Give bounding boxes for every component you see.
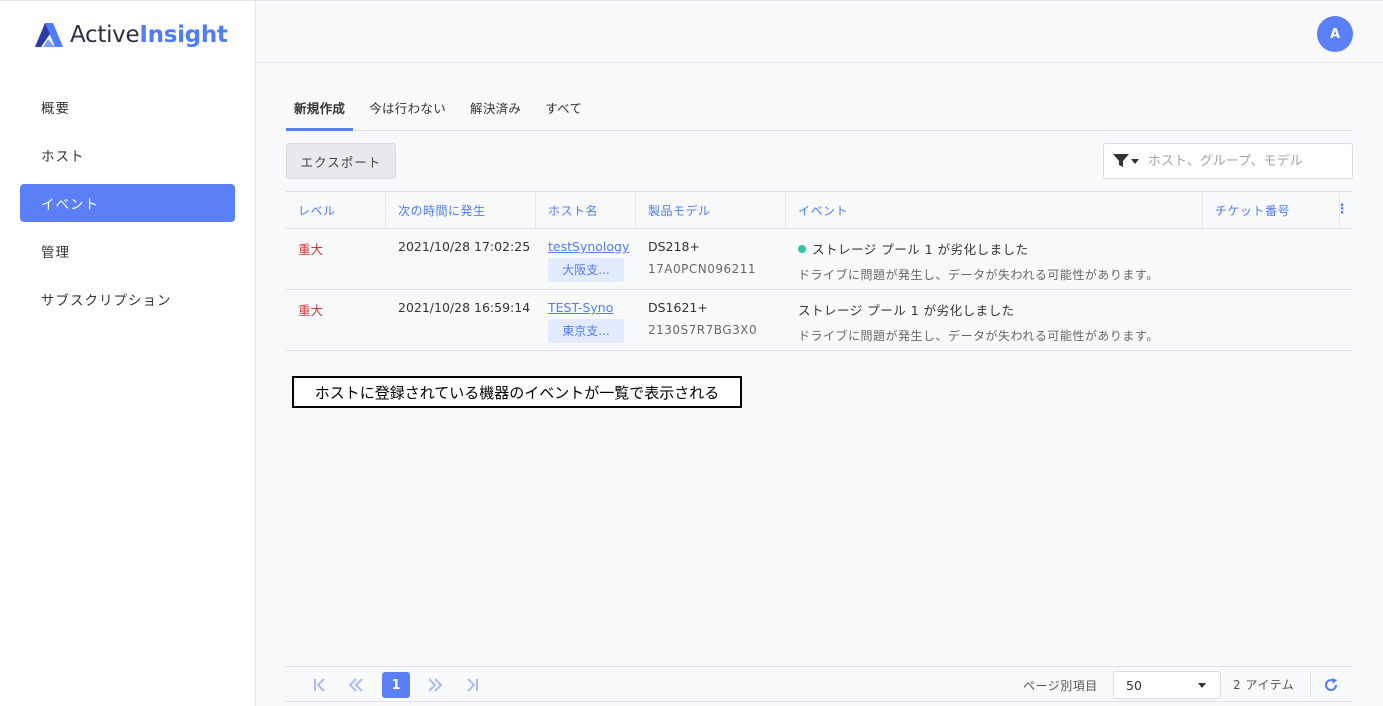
logo-text: ActiveInsight bbox=[70, 22, 228, 48]
sidebar-item-subscription[interactable]: サブスクリプション bbox=[20, 280, 235, 318]
host-link[interactable]: testSynology bbox=[548, 239, 629, 254]
sidebar-item-events[interactable]: イベント bbox=[20, 184, 235, 222]
kebab-icon[interactable]: ⋮ bbox=[1336, 202, 1350, 217]
sidebar-item-hosts[interactable]: ホスト bbox=[20, 136, 235, 174]
col-ticket[interactable]: チケット番号 bbox=[1203, 192, 1340, 228]
event-time: 2021/10/28 17:02:25 bbox=[398, 239, 531, 254]
chevron-down-icon bbox=[1198, 683, 1206, 688]
unread-dot bbox=[798, 244, 806, 253]
export-button[interactable]: エクスポート bbox=[286, 143, 396, 179]
col-model[interactable]: 製品モデル bbox=[636, 192, 786, 228]
prev-page-icon[interactable] bbox=[342, 672, 370, 698]
event-time: 2021/10/28 16:59:14 bbox=[398, 300, 531, 315]
event-description: ドライブに問題が発生し、データが失われる可能性があります。 bbox=[798, 268, 1159, 282]
logo-icon bbox=[35, 23, 63, 47]
level-badge: 重大 bbox=[298, 242, 324, 257]
annotation-callout: ホストに登録されている機器のイベントが一覧で表示される bbox=[292, 376, 742, 408]
app-logo[interactable]: ActiveInsight bbox=[34, 19, 228, 51]
column-menu[interactable]: ⋮ bbox=[1336, 192, 1353, 228]
first-page-icon[interactable] bbox=[306, 672, 334, 698]
tab-not-now[interactable]: 今は行わない bbox=[361, 93, 454, 131]
filter-search[interactable] bbox=[1103, 143, 1353, 179]
serial-number: 17A0PCN096211 bbox=[648, 262, 757, 276]
refresh-icon[interactable] bbox=[1318, 672, 1344, 698]
col-level[interactable]: レベル bbox=[286, 192, 386, 228]
filter-icon[interactable] bbox=[1104, 144, 1148, 178]
col-event[interactable]: イベント bbox=[786, 192, 1203, 228]
group-tag: 東京支... bbox=[548, 319, 624, 343]
search-input[interactable] bbox=[1148, 153, 1338, 169]
per-page-value: 50 bbox=[1126, 677, 1142, 693]
sidebar-item-management[interactable]: 管理 bbox=[20, 232, 235, 270]
next-page-icon[interactable] bbox=[421, 672, 449, 698]
per-page-select[interactable]: 50 bbox=[1113, 671, 1221, 699]
per-page-label: ページ別項目 bbox=[1023, 679, 1098, 693]
events-table: レベル 次の時間に発生 ホスト名 製品モデル イベント チケット番号 ⋮ 重大 … bbox=[286, 191, 1353, 351]
last-page-icon[interactable] bbox=[458, 672, 486, 698]
sidebar: ActiveInsight 概要 ホスト イベント 管理 サブスクリプション bbox=[0, 0, 256, 706]
host-link[interactable]: TEST-Syno bbox=[548, 300, 613, 315]
group-tag: 大阪支... bbox=[548, 258, 624, 282]
event-title: ストレージ プール 1 が劣化しました bbox=[798, 303, 1015, 318]
col-time[interactable]: 次の時間に発生 bbox=[386, 192, 536, 228]
page-button-current[interactable]: 1 bbox=[382, 672, 410, 698]
sidebar-item-overview[interactable]: 概要 bbox=[20, 88, 235, 126]
table-header: レベル 次の時間に発生 ホスト名 製品モデル イベント チケット番号 ⋮ bbox=[286, 191, 1353, 229]
item-count: 2 アイテム bbox=[1233, 678, 1295, 692]
level-badge: 重大 bbox=[298, 303, 324, 318]
product-model: DS218+ bbox=[648, 239, 700, 254]
tab-resolved[interactable]: 解決済み bbox=[462, 93, 529, 131]
table-row[interactable]: 重大 2021/10/28 16:59:14 TEST-Syno 東京支... … bbox=[286, 290, 1353, 351]
avatar[interactable]: A bbox=[1317, 16, 1353, 52]
divider bbox=[1310, 673, 1311, 697]
chevron-down-icon bbox=[1131, 158, 1139, 164]
event-tabs: 新規作成 今は行わない 解決済み すべて bbox=[286, 93, 1353, 131]
event-title: ストレージ プール 1 が劣化しました bbox=[812, 242, 1029, 257]
pagination: 1 ページ別項目 50 2 アイテム bbox=[286, 666, 1353, 702]
col-host[interactable]: ホスト名 bbox=[536, 192, 636, 228]
event-description: ドライブに問題が発生し、データが失われる可能性があります。 bbox=[798, 329, 1159, 343]
table-row[interactable]: 重大 2021/10/28 17:02:25 testSynology 大阪支.… bbox=[286, 229, 1353, 290]
tab-new[interactable]: 新規作成 bbox=[286, 93, 354, 131]
product-model: DS1621+ bbox=[648, 300, 708, 315]
tab-all[interactable]: すべて bbox=[537, 93, 590, 131]
serial-number: 2130S7R7BG3X0 bbox=[648, 323, 758, 337]
top-bar: A bbox=[256, 0, 1383, 63]
sidebar-nav: 概要 ホスト イベント 管理 サブスクリプション bbox=[20, 88, 235, 328]
